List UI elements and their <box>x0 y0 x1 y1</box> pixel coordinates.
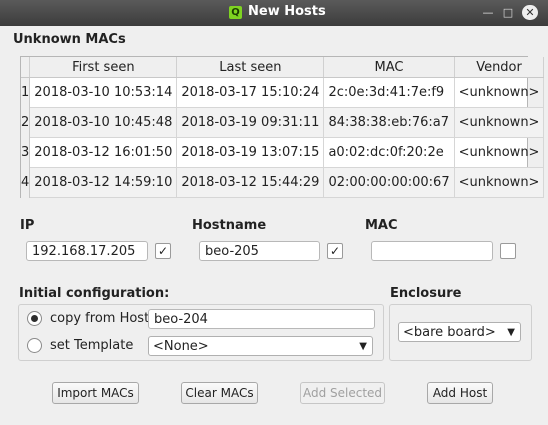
last-seen-cell[interactable]: 2018-03-19 13:07:15 <box>176 137 325 168</box>
row-header[interactable]: 4 <box>21 167 31 198</box>
mac-label: MAC <box>365 218 398 233</box>
add-selected-button[interactable]: Add Selected <box>300 382 385 404</box>
hostname-checkbox[interactable]: ✓ <box>327 243 343 259</box>
clear-macs-button[interactable]: Clear MACs <box>181 382 258 404</box>
mac-cell[interactable]: a0:02:dc:0f:20:2e <box>323 137 455 168</box>
column-header-last-seen[interactable]: Last seen <box>176 57 325 78</box>
template-select-value: <None> <box>153 339 209 354</box>
app-icon: Q <box>229 6 242 19</box>
enclosure-select-value: <bare board> <box>403 325 496 340</box>
vendor-cell[interactable]: <unknown> <box>453 77 545 108</box>
initial-config-heading: Initial configuration: <box>19 286 170 301</box>
vendor-cell[interactable]: <unknown> <box>453 107 545 138</box>
table-row[interactable]: 2 2018-03-10 10:45:48 2018-03-19 09:31:1… <box>21 107 545 138</box>
unknown-macs-heading: Unknown MACs <box>13 32 126 47</box>
window-title: New Hosts <box>248 4 326 19</box>
table-row[interactable]: 3 2018-03-12 16:01:50 2018-03-19 13:07:1… <box>21 137 545 168</box>
mac-cell[interactable]: 02:00:00:00:00:67 <box>323 167 455 198</box>
vendor-cell[interactable]: <unknown> <box>453 167 545 198</box>
minimize-icon[interactable]: — <box>480 5 496 20</box>
column-header-mac[interactable]: MAC <box>323 57 455 78</box>
row-header[interactable]: 2 <box>21 107 31 138</box>
set-template-label[interactable]: set Template <box>50 338 133 353</box>
table-row[interactable]: 1 2018-03-10 10:53:14 2018-03-17 15:10:2… <box>21 77 545 108</box>
first-seen-cell[interactable]: 2018-03-10 10:53:14 <box>29 77 178 108</box>
chevron-down-icon: ▼ <box>507 327 515 338</box>
copy-from-host-field[interactable]: beo-204 <box>148 309 375 329</box>
mac-checkbox[interactable] <box>500 243 516 259</box>
chevron-down-icon: ▼ <box>359 341 367 352</box>
copy-from-host-label[interactable]: copy from Host <box>50 311 149 326</box>
close-icon[interactable]: ✕ <box>522 5 538 20</box>
add-host-button[interactable]: Add Host <box>427 382 493 404</box>
last-seen-cell[interactable]: 2018-03-17 15:10:24 <box>176 77 325 108</box>
vendor-cell[interactable]: <unknown> <box>453 137 545 168</box>
table-row[interactable]: 4 2018-03-12 14:59:10 2018-03-12 15:44:2… <box>21 167 545 198</box>
title-bar: Q New Hosts — □ ✕ <box>0 0 548 26</box>
first-seen-cell[interactable]: 2018-03-12 14:59:10 <box>29 167 178 198</box>
hostname-label: Hostname <box>192 218 267 233</box>
ip-field[interactable]: 192.168.17.205 <box>26 241 148 261</box>
ip-checkbox[interactable]: ✓ <box>155 243 171 259</box>
set-template-radio[interactable] <box>27 338 42 353</box>
unknown-macs-table[interactable]: First seen Last seen MAC Vendor 1 2018-0… <box>20 56 545 198</box>
last-seen-cell[interactable]: 2018-03-19 09:31:11 <box>176 107 325 138</box>
enclosure-select[interactable]: <bare board> ▼ <box>398 322 521 342</box>
row-header[interactable]: 3 <box>21 137 31 168</box>
row-header[interactable]: 1 <box>21 77 31 108</box>
import-macs-button[interactable]: Import MACs <box>52 382 139 404</box>
first-seen-cell[interactable]: 2018-03-12 16:01:50 <box>29 137 178 168</box>
maximize-icon[interactable]: □ <box>500 5 516 20</box>
ip-label: IP <box>20 218 35 233</box>
column-header-vendor[interactable]: Vendor <box>454 57 545 78</box>
first-seen-cell[interactable]: 2018-03-10 10:45:48 <box>29 107 178 138</box>
enclosure-heading: Enclosure <box>390 286 462 301</box>
column-header-first-seen[interactable]: First seen <box>29 57 178 78</box>
mac-cell[interactable]: 84:38:38:eb:76:a7 <box>323 107 455 138</box>
template-select[interactable]: <None> ▼ <box>148 336 373 356</box>
mac-cell[interactable]: 2c:0e:3d:41:7e:f9 <box>323 77 455 108</box>
last-seen-cell[interactable]: 2018-03-12 15:44:29 <box>176 167 325 198</box>
hostname-field[interactable]: beo-205 <box>199 241 320 261</box>
mac-field[interactable] <box>371 241 493 261</box>
corner-header[interactable] <box>21 57 31 78</box>
copy-from-host-radio[interactable] <box>27 311 42 326</box>
